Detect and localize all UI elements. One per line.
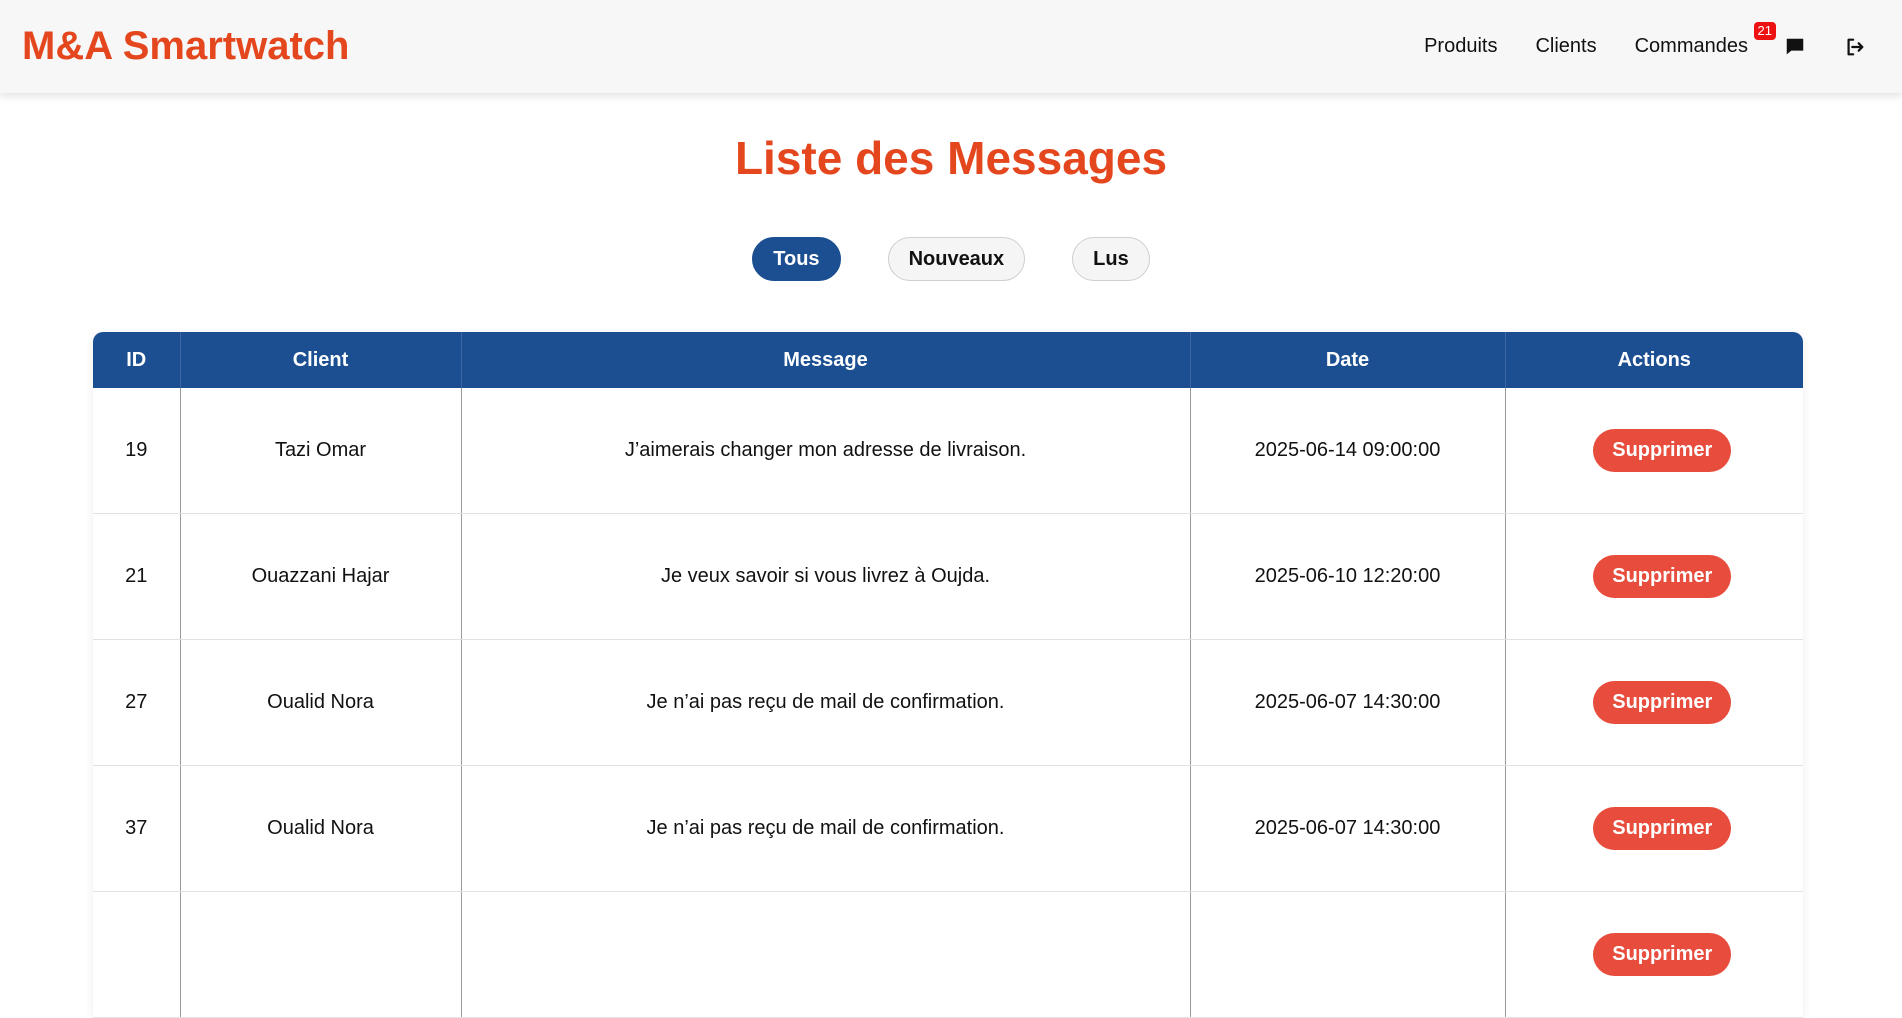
column-header-client: Client [180, 332, 462, 388]
navbar: M&A Smartwatch Produits Clients Commande… [0, 0, 1902, 93]
column-header-id: ID [93, 332, 181, 388]
nav-link-produits[interactable]: Produits [1424, 35, 1497, 58]
cell-date: 2025-06-07 14:30:00 [1190, 765, 1506, 892]
cell-actions: Supprimer [1505, 639, 1803, 766]
filter-nouveaux-button[interactable]: Nouveaux [887, 237, 1026, 281]
cell-message [461, 891, 1191, 1018]
brand-logo[interactable]: M&A Smartwatch [22, 24, 349, 69]
delete-button[interactable]: Supprimer [1593, 555, 1732, 598]
cell-date: 2025-06-10 12:20:00 [1190, 513, 1506, 640]
table-row: 19 Tazi Omar J’aimerais changer mon adre… [93, 388, 1803, 514]
cell-client [180, 891, 462, 1018]
cell-id: 27 [93, 639, 181, 766]
cell-message: Je veux savoir si vous livrez à Oujda. [461, 513, 1191, 640]
cell-client: Tazi Omar [180, 388, 462, 514]
table-row: Supprimer [93, 891, 1803, 1018]
logout-icon-glyph [1847, 38, 1864, 55]
cell-message: J’aimerais changer mon adresse de livrai… [461, 388, 1191, 514]
table-header-row: ID Client Message Date Actions [93, 332, 1803, 388]
filter-group: Tous Nouveaux Lus [0, 237, 1902, 281]
delete-button[interactable]: Supprimer [1593, 429, 1732, 472]
table-row: 27 Oualid Nora Je n’ai pas reçu de mail … [93, 639, 1803, 766]
cell-message: Je n’ai pas reçu de mail de confirmation… [461, 765, 1191, 892]
cell-date: 2025-06-07 14:30:00 [1190, 639, 1506, 766]
column-header-actions: Actions [1505, 332, 1803, 388]
cell-id [93, 891, 181, 1018]
column-header-date: Date [1190, 332, 1506, 388]
message-icon-glyph [1786, 38, 1804, 54]
filter-tous-button[interactable]: Tous [752, 237, 841, 281]
logout-icon[interactable] [1842, 34, 1868, 60]
cell-actions: Supprimer [1505, 513, 1803, 640]
page-title: Liste des Messages [734, 132, 1168, 184]
cell-client: Oualid Nora [180, 639, 462, 766]
nav-link-commandes-label: Commandes [1634, 35, 1748, 57]
nav-links: Produits Clients Commandes 21 [1386, 22, 1868, 60]
cell-message: Je n’ai pas reçu de mail de confirmation… [461, 639, 1191, 766]
delete-button[interactable]: Supprimer [1593, 933, 1732, 976]
message-icon[interactable] [1782, 34, 1808, 60]
orders-count-badge: 21 [1753, 22, 1776, 40]
cell-actions: Supprimer [1505, 765, 1803, 892]
messages-table: ID Client Message Date Actions 19 Tazi O… [93, 332, 1803, 1018]
cell-date [1190, 891, 1506, 1018]
nav-link-commandes[interactable]: Commandes 21 [1634, 22, 1776, 58]
table-row: 21 Ouazzani Hajar Je veux savoir si vous… [93, 513, 1803, 640]
filter-lus-button[interactable]: Lus [1072, 237, 1150, 281]
nav-link-clients[interactable]: Clients [1535, 35, 1596, 58]
cell-id: 19 [93, 388, 181, 514]
cell-client: Oualid Nora [180, 765, 462, 892]
cell-date: 2025-06-14 09:00:00 [1190, 388, 1506, 514]
delete-button[interactable]: Supprimer [1593, 681, 1732, 724]
messages-table-container: ID Client Message Date Actions 19 Tazi O… [93, 332, 1803, 1018]
cell-client: Ouazzani Hajar [180, 513, 462, 640]
column-header-message: Message [461, 332, 1191, 388]
delete-button[interactable]: Supprimer [1593, 807, 1732, 850]
table-row: 37 Oualid Nora Je n’ai pas reçu de mail … [93, 765, 1803, 892]
cell-id: 21 [93, 513, 181, 640]
cell-actions: Supprimer [1505, 891, 1803, 1018]
cell-actions: Supprimer [1505, 388, 1803, 514]
cell-id: 37 [93, 765, 181, 892]
